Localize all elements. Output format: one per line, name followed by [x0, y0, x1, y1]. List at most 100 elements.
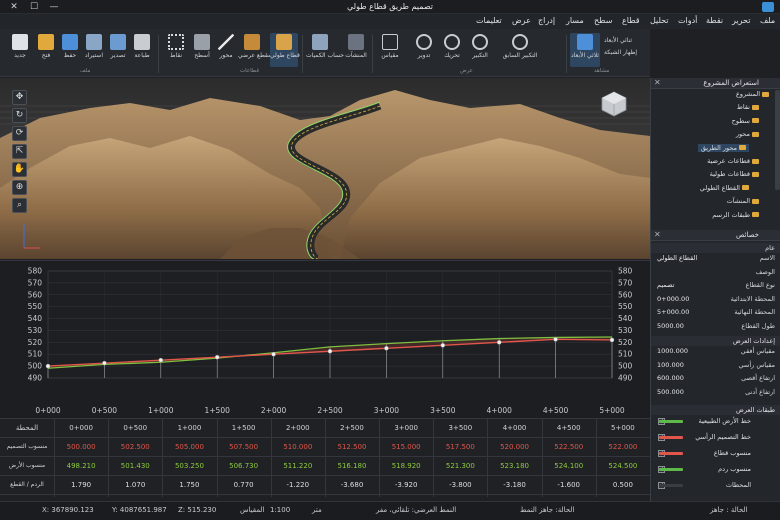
menu-insert[interactable]: إدراج — [538, 16, 555, 25]
view-cube[interactable] — [600, 90, 628, 118]
tree-scrollbar[interactable] — [775, 90, 780, 190]
zoom-button[interactable]: التكبير — [466, 33, 494, 67]
pan-tool-button[interactable]: ✋ — [12, 162, 27, 177]
property-value[interactable]: 5000.00 — [657, 322, 717, 330]
table-cell: 515.000 — [391, 443, 421, 451]
zoom-previous-button[interactable]: التكبير السابق — [500, 33, 540, 67]
rotate-tool-button[interactable]: ↻ — [12, 108, 27, 123]
property-value[interactable]: 1000.000 — [657, 347, 717, 355]
tree-item[interactable]: سطوح — [732, 117, 759, 125]
y-coordinate: Y: 4087651.987 — [112, 506, 167, 514]
export-icon — [110, 34, 126, 50]
zoom-tool-button[interactable]: ⌕ — [12, 198, 27, 213]
y-tick-label-right: 580 — [618, 267, 633, 276]
tree-item[interactable]: محور — [736, 130, 759, 138]
zoom-region-tool-button[interactable]: ⊕ — [12, 180, 27, 195]
table-cell: -3.920 — [394, 481, 418, 489]
maximize-button[interactable]: ☐ — [26, 1, 42, 13]
layer-color-swatch — [659, 436, 683, 439]
menu-surface[interactable]: سطح — [594, 16, 612, 25]
menu-help[interactable]: تعليمات — [476, 16, 502, 25]
property-value[interactable]: تصميم — [657, 281, 717, 289]
close-icon[interactable]: ✕ — [654, 78, 661, 87]
z-coordinate: Z: 515.230 — [178, 506, 217, 514]
y-tick-label-left: 580 — [28, 267, 43, 276]
display-section-header[interactable]: إعدادات العرض — [651, 336, 780, 346]
move-tool-button[interactable]: ✥ — [12, 90, 27, 105]
rotate-button[interactable]: تدوير — [410, 33, 438, 67]
design-point — [440, 343, 446, 348]
table-cell: 510.000 — [283, 443, 313, 451]
new-button[interactable]: جديد — [6, 33, 34, 67]
design-point — [496, 340, 502, 345]
scale-value[interactable]: 1:100 — [270, 506, 290, 514]
tree-item[interactable]: قطاعات طولية — [710, 170, 759, 178]
general-section-header[interactable]: عام — [651, 243, 780, 253]
property-value[interactable]: 100.000 — [657, 361, 717, 369]
table-cell: 1.750 — [179, 481, 200, 489]
print-button[interactable]: طباعة — [128, 33, 156, 67]
menu-file[interactable]: ملف — [760, 16, 775, 25]
y-tick-label-right: 510 — [618, 350, 633, 359]
x-tick-label: 3+000 — [374, 406, 400, 415]
property-value[interactable]: 0+000.00 — [657, 295, 717, 303]
orbit-tool-button[interactable]: ⟳ — [12, 126, 27, 141]
menu-edit[interactable]: تحرير — [732, 16, 750, 25]
minimize-button[interactable]: — — [46, 1, 62, 13]
menu-tools[interactable]: أدوات — [678, 16, 697, 25]
scale-button[interactable]: مقياس — [376, 33, 404, 67]
window-title: تصميم طريق قطاع طولي — [346, 2, 434, 11]
close-button[interactable]: ✕ — [6, 1, 22, 13]
long-profile-panel[interactable]: 580 580 570 570 560 560 550 550 540 540 530 530 520 5… — [0, 260, 650, 418]
quantities-button[interactable]: حساب الكميات — [306, 33, 344, 67]
properties-header: خصائص ✕ — [651, 230, 780, 241]
alignment-icon — [218, 34, 234, 50]
magnifier-icon — [444, 34, 460, 50]
table-cell: 0.500 — [612, 481, 633, 489]
alignment-button[interactable]: محور — [212, 33, 240, 67]
y-tick-label-left: 520 — [28, 338, 43, 347]
property-value[interactable]: 600.000 — [657, 374, 717, 382]
show-grid-button[interactable]: إظهار الشبكة — [604, 49, 637, 56]
menu-alignment[interactable]: مسار — [566, 16, 584, 25]
menu-view[interactable]: عرض — [512, 16, 531, 25]
fly-tool-button[interactable]: ⇱ — [12, 144, 27, 159]
design-point — [553, 337, 558, 342]
cross-section-button[interactable]: مقطع عرضي — [238, 33, 271, 67]
2d-view-button[interactable]: ثنائي الأبعاد — [604, 37, 632, 44]
zoom-in-icon — [472, 34, 488, 50]
y-tick-label-right: 540 — [618, 314, 633, 323]
points-button[interactable]: نقاط — [162, 33, 190, 67]
close-icon[interactable]: ✕ — [654, 230, 661, 239]
tree-item[interactable]: المشروع — [736, 90, 769, 98]
menu-point[interactable]: نقطة — [706, 16, 723, 25]
3d-view-button[interactable]: ثلاثي الأبعاد — [570, 33, 600, 67]
3d-viewport[interactable]: ✥ ↻ ⟳ ⇱ ✋ ⊕ ⌕ — [0, 78, 650, 259]
group-label-sections: قطاعات — [240, 68, 259, 74]
pan-button[interactable]: تحريك — [438, 33, 466, 67]
property-value[interactable]: 500.000 — [657, 388, 717, 396]
menu-analysis[interactable]: تحليل — [650, 16, 669, 25]
structures-icon — [348, 34, 364, 50]
layer-label: خط الأرض الطبيعية — [698, 417, 751, 425]
group-label-views: مشاهد — [594, 68, 610, 74]
menu-section[interactable]: قطاع — [622, 16, 640, 25]
tree-item[interactable]: محور الطريق — [697, 143, 749, 152]
table-header-label: المحطة — [15, 424, 39, 432]
tree-item[interactable]: طبقات الرسم — [712, 211, 759, 219]
table-cell: 0.770 — [233, 481, 254, 489]
tree-item[interactable]: القطاع الطولي — [700, 184, 749, 192]
long-profile-button[interactable]: قطاع طولي — [270, 33, 300, 67]
design-point — [271, 351, 276, 357]
structures-button[interactable]: المنشآت — [342, 33, 370, 67]
right-panel: استعراض المشروع ✕ المشروع نقاط سطوح محور محور… — [650, 78, 780, 501]
property-value[interactable]: 5+000.00 — [657, 308, 717, 316]
tree-item[interactable]: قطاعات عرضية — [707, 157, 759, 165]
property-key: الوصف — [755, 267, 775, 276]
tree-item[interactable]: نقاط — [737, 103, 759, 111]
property-value[interactable]: القطاع الطولي — [657, 254, 717, 262]
layers-section-header[interactable]: طبقات العرض — [651, 405, 780, 415]
y-tick-label-left: 530 — [28, 326, 43, 335]
tree-item[interactable]: المنشآت — [727, 197, 759, 205]
status-bar: X: 367890.123 Y: 4087651.987 Z: 515.230 … — [0, 501, 780, 520]
